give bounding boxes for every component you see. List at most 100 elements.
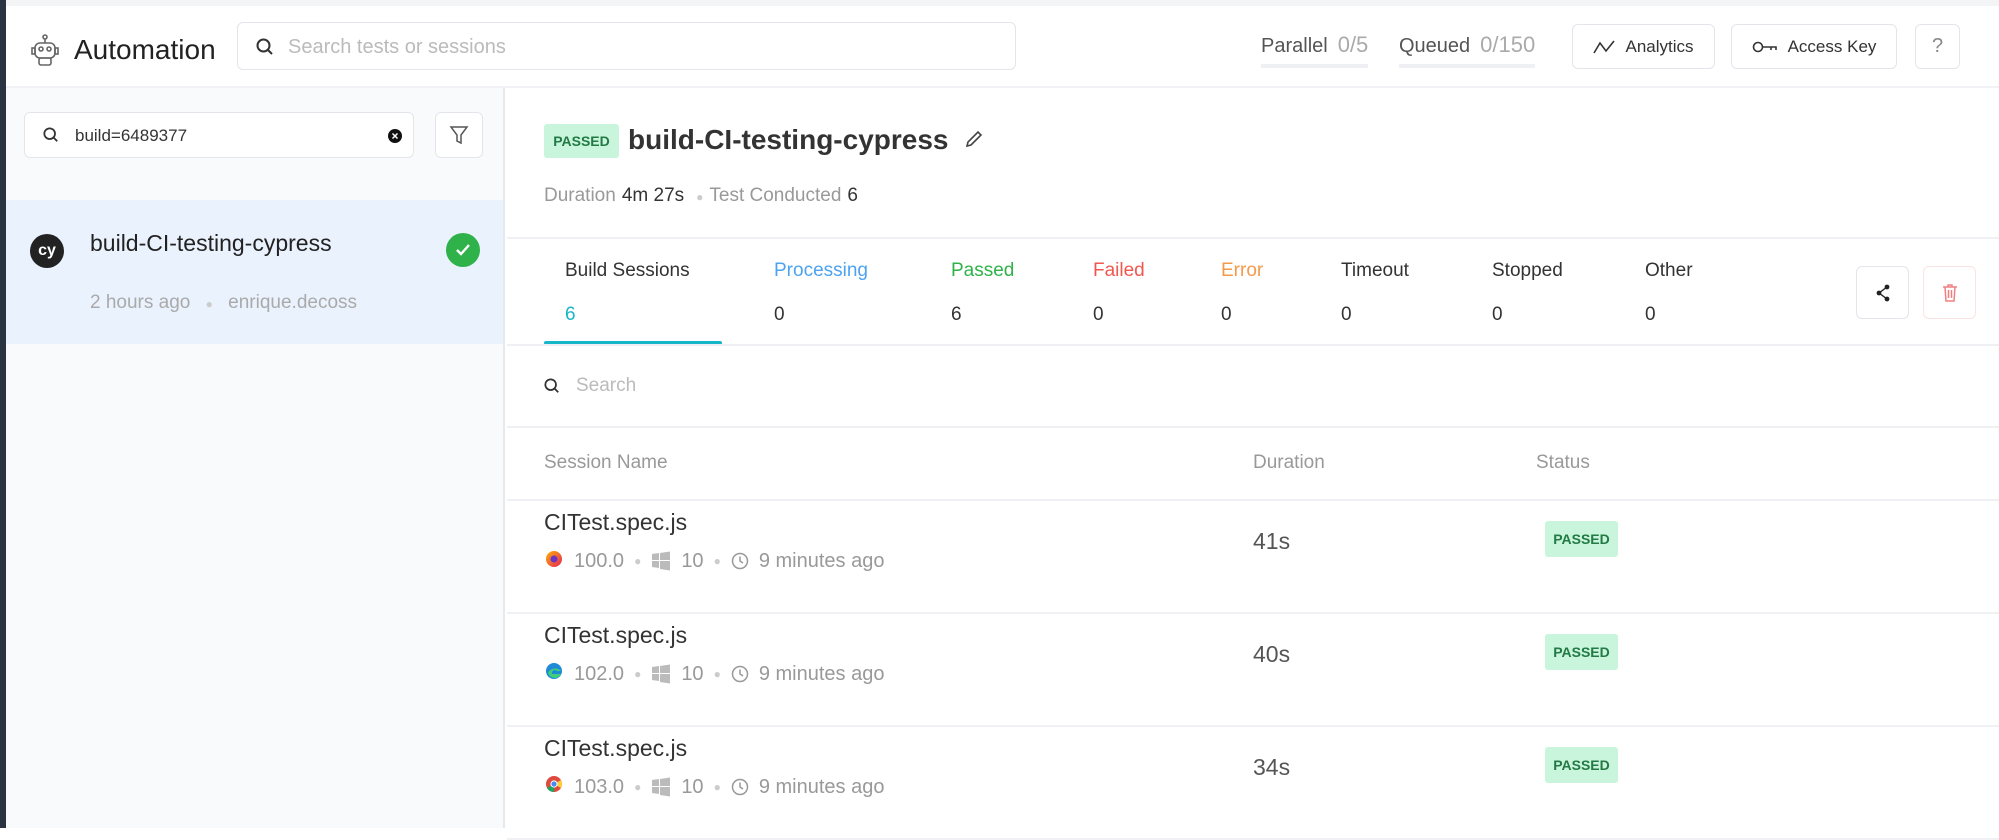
separator: ● (713, 667, 721, 681)
tab-timeout[interactable]: Timeout 0 (1341, 260, 1409, 326)
column-header-status: Status (1536, 452, 1590, 473)
share-icon (1876, 284, 1889, 301)
robot-logo-icon (31, 34, 59, 66)
left-edge (0, 0, 6, 828)
tab-count: 6 (565, 304, 576, 325)
app-title: Automation (74, 34, 216, 65)
divider (507, 344, 1999, 346)
session-meta: 100.0 ● 10 ● 9 minutes ago (544, 548, 884, 574)
tab-label: Passed (951, 260, 1015, 281)
divider (507, 237, 1999, 239)
build-user: enrique.decoss (228, 292, 358, 313)
tab-failed[interactable]: Failed 0 (1093, 260, 1145, 326)
session-row[interactable]: CITest.spec.js 100.0 ● 10 ● 9 minutes ago 41… (507, 501, 1999, 614)
tab-count: 0 (1221, 304, 1232, 325)
tab-stopped[interactable]: Stopped 0 (1492, 260, 1563, 326)
duration-value: 4m 27s (621, 185, 685, 206)
trash-icon (1942, 283, 1957, 302)
session-name[interactable]: CITest.spec.js (544, 735, 687, 762)
tab-label: Timeout (1341, 260, 1409, 281)
tests-value: 6 (847, 185, 858, 206)
tab-label: Other (1645, 260, 1693, 281)
build-meta: 2 hours ago ● enrique.decoss (90, 292, 358, 313)
queued-value: 0/150 (1480, 32, 1536, 57)
access-key-button[interactable]: Access Key (1731, 24, 1897, 69)
build-title-text: build-CI-testing-cypress (628, 124, 949, 155)
firefox-icon (544, 548, 564, 574)
share-button[interactable] (1856, 266, 1909, 319)
clock-icon (731, 552, 749, 570)
delete-build-button[interactable] (1923, 266, 1976, 319)
build-status-badge: PASSED (544, 124, 619, 158)
chrome-icon (544, 774, 564, 800)
search-icon (544, 378, 559, 393)
search-icon (43, 127, 58, 142)
tests-label: Test Conducted (709, 185, 842, 206)
parallel-label: Parallel (1261, 35, 1328, 57)
session-duration: 34s (1253, 754, 1291, 780)
build-search-input[interactable] (75, 123, 375, 149)
separator: ● (634, 780, 642, 794)
os-version: 10 (681, 775, 704, 798)
queued-stat: Queued 0/150 (1399, 32, 1536, 68)
edge-icon (544, 661, 564, 687)
tab-label: Processing (774, 260, 868, 281)
cypress-avatar: cy (30, 234, 64, 268)
build-summary: Duration 4m 27s ● Test Conducted 6 (544, 185, 858, 206)
build-time: 2 hours ago (90, 292, 191, 313)
separator: ● (713, 554, 721, 568)
filter-icon (449, 126, 469, 145)
tab-count: 0 (1645, 304, 1656, 325)
build-search[interactable] (24, 112, 414, 158)
session-row[interactable]: CITest.spec.js 103.0 ● 10 ● 9 minutes ago 34… (507, 727, 1999, 840)
tab-label: Failed (1093, 260, 1145, 281)
tab-processing[interactable]: Processing 0 (774, 260, 868, 326)
help-button[interactable]: ? (1915, 24, 1960, 69)
column-header-session-name: Session Name (544, 452, 668, 473)
os-version: 10 (681, 662, 704, 685)
os-version: 10 (681, 549, 704, 572)
windows-icon (652, 777, 671, 797)
session-name[interactable]: CITest.spec.js (544, 622, 687, 649)
global-search[interactable] (237, 22, 1016, 70)
edit-pencil-icon[interactable] (964, 129, 984, 149)
parallel-stat: Parallel 0/5 (1261, 32, 1369, 68)
analytics-button[interactable]: Analytics (1572, 24, 1715, 69)
passed-check-icon (446, 233, 480, 267)
session-duration: 40s (1253, 641, 1291, 667)
tab-label: Error (1221, 260, 1264, 281)
tab-build-sessions[interactable]: Build Sessions 6 (565, 260, 690, 326)
global-search-input[interactable] (288, 33, 988, 61)
build-sidebar (0, 88, 505, 828)
build-list-item[interactable]: cy build-CI-testing-cypress 2 hours ago … (6, 200, 503, 344)
tab-label: Build Sessions (565, 260, 690, 281)
session-name[interactable]: CITest.spec.js (544, 509, 687, 536)
access-key-label: Access Key (1787, 36, 1877, 56)
build-name: build-CI-testing-cypress (90, 230, 332, 256)
separator: ● (713, 780, 721, 794)
tab-count: 0 (1093, 304, 1104, 325)
session-status-badge: PASSED (1545, 747, 1618, 783)
session-status-badge: PASSED (1545, 634, 1618, 670)
session-time: 9 minutes ago (758, 549, 885, 572)
session-search-input[interactable] (576, 372, 1176, 400)
windows-icon (652, 664, 671, 684)
key-icon (1752, 41, 1777, 52)
tab-passed[interactable]: Passed 6 (951, 260, 1014, 326)
tab-count: 0 (1492, 304, 1503, 325)
browser-version: 102.0 (574, 662, 625, 685)
tab-other[interactable]: Other 0 (1645, 260, 1693, 326)
session-time: 9 minutes ago (758, 775, 885, 798)
tab-count: 0 (774, 304, 785, 325)
analytics-label: Analytics (1625, 36, 1694, 56)
browser-version: 100.0 (574, 549, 625, 572)
session-row[interactable]: CITest.spec.js 102.0 ● 10 ● 9 minutes ago 40… (507, 614, 1999, 727)
filter-button[interactable] (435, 112, 483, 158)
session-status-badge: PASSED (1545, 521, 1618, 557)
tab-error[interactable]: Error 0 (1221, 260, 1263, 326)
clear-search-icon[interactable] (388, 129, 402, 143)
queued-label: Queued (1399, 35, 1471, 57)
tab-count: 6 (951, 304, 962, 325)
tab-count: 0 (1341, 304, 1352, 325)
session-meta: 103.0 ● 10 ● 9 minutes ago (544, 774, 884, 800)
